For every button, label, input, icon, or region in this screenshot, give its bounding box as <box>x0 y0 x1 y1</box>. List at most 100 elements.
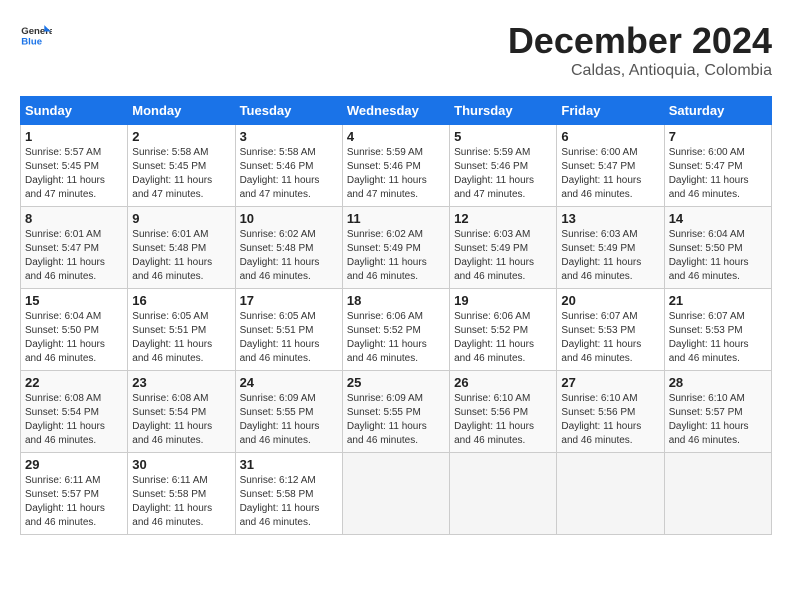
calendar-body: 1Sunrise: 5:57 AM Sunset: 5:45 PM Daylig… <box>21 125 772 535</box>
day-number: 8 <box>25 211 123 226</box>
calendar-cell: 8 Sunrise: 6:01 AM Sunset: 5:47 PM Daylig… <box>21 207 128 289</box>
day-info: Sunrise: 6:08 AM Sunset: 5:54 PM Dayligh… <box>132 392 230 448</box>
calendar-cell: 1Sunrise: 5:57 AM Sunset: 5:45 PM Daylig… <box>21 125 128 207</box>
table-row: 22Sunrise: 6:08 AM Sunset: 5:54 PM Dayli… <box>21 371 772 453</box>
day-info: Sunrise: 6:00 AM Sunset: 5:47 PM Dayligh… <box>669 146 767 202</box>
day-number: 5 <box>454 129 552 144</box>
day-info: Sunrise: 6:03 AM Sunset: 5:49 PM Dayligh… <box>454 228 552 284</box>
day-info: Sunrise: 6:09 AM Sunset: 5:55 PM Dayligh… <box>347 392 445 448</box>
logo: General Blue <box>20 20 52 52</box>
day-info: Sunrise: 6:01 AM Sunset: 5:48 PM Dayligh… <box>132 228 230 284</box>
day-info: Sunrise: 6:11 AM Sunset: 5:58 PM Dayligh… <box>132 474 230 530</box>
day-number: 19 <box>454 293 552 308</box>
logo-icon: General Blue <box>20 20 52 52</box>
calendar-cell: 6Sunrise: 6:00 AM Sunset: 5:47 PM Daylig… <box>557 125 664 207</box>
day-info: Sunrise: 5:58 AM Sunset: 5:45 PM Dayligh… <box>132 146 230 202</box>
calendar-cell: 7 Sunrise: 6:00 AM Sunset: 5:47 PM Daylig… <box>664 125 771 207</box>
day-number: 28 <box>669 375 767 390</box>
days-header-row: Sunday Monday Tuesday Wednesday Thursday… <box>21 97 772 125</box>
day-info: Sunrise: 6:05 AM Sunset: 5:51 PM Dayligh… <box>132 310 230 366</box>
calendar-cell: 19Sunrise: 6:06 AM Sunset: 5:52 PM Dayli… <box>450 289 557 371</box>
calendar-cell: 13Sunrise: 6:03 AM Sunset: 5:49 PM Dayli… <box>557 207 664 289</box>
day-info: Sunrise: 6:05 AM Sunset: 5:51 PM Dayligh… <box>240 310 338 366</box>
calendar-cell: 25 Sunrise: 6:09 AM Sunset: 5:55 PM Dayli… <box>342 371 449 453</box>
day-number: 24 <box>240 375 338 390</box>
calendar-cell: 22Sunrise: 6:08 AM Sunset: 5:54 PM Dayli… <box>21 371 128 453</box>
day-number: 27 <box>561 375 659 390</box>
page-header: General Blue December 2024 Caldas, Antio… <box>20 20 772 80</box>
day-info: Sunrise: 6:09 AM Sunset: 5:55 PM Dayligh… <box>240 392 338 448</box>
day-info: Sunrise: 6:08 AM Sunset: 5:54 PM Dayligh… <box>25 392 123 448</box>
day-number: 30 <box>132 457 230 472</box>
calendar-cell: 23 Sunrise: 6:08 AM Sunset: 5:54 PM Dayli… <box>128 371 235 453</box>
calendar-cell: 28Sunrise: 6:10 AM Sunset: 5:57 PM Dayli… <box>664 371 771 453</box>
day-number: 9 <box>132 211 230 226</box>
calendar-header: Sunday Monday Tuesday Wednesday Thursday… <box>21 97 772 125</box>
calendar-cell: 9 Sunrise: 6:01 AM Sunset: 5:48 PM Daylig… <box>128 207 235 289</box>
calendar-cell: 18Sunrise: 6:06 AM Sunset: 5:52 PM Dayli… <box>342 289 449 371</box>
calendar-cell: 31Sunrise: 6:12 AM Sunset: 5:58 PM Dayli… <box>235 453 342 535</box>
day-number: 2 <box>132 129 230 144</box>
day-info: Sunrise: 6:11 AM Sunset: 5:57 PM Dayligh… <box>25 474 123 530</box>
calendar-cell: 17 Sunrise: 6:05 AM Sunset: 5:51 PM Dayli… <box>235 289 342 371</box>
day-info: Sunrise: 5:59 AM Sunset: 5:46 PM Dayligh… <box>347 146 445 202</box>
calendar-cell: 14Sunrise: 6:04 AM Sunset: 5:50 PM Dayli… <box>664 207 771 289</box>
header-monday: Monday <box>128 97 235 125</box>
day-number: 20 <box>561 293 659 308</box>
day-number: 13 <box>561 211 659 226</box>
table-row: 8 Sunrise: 6:01 AM Sunset: 5:47 PM Daylig… <box>21 207 772 289</box>
day-number: 10 <box>240 211 338 226</box>
calendar-cell: 30 Sunrise: 6:11 AM Sunset: 5:58 PM Dayli… <box>128 453 235 535</box>
location-title: Caldas, Antioquia, Colombia <box>508 62 772 80</box>
calendar-cell <box>664 453 771 535</box>
calendar-cell: 5 Sunrise: 5:59 AM Sunset: 5:46 PM Daylig… <box>450 125 557 207</box>
day-number: 26 <box>454 375 552 390</box>
day-info: Sunrise: 6:01 AM Sunset: 5:47 PM Dayligh… <box>25 228 123 284</box>
day-number: 15 <box>25 293 123 308</box>
day-info: Sunrise: 6:04 AM Sunset: 5:50 PM Dayligh… <box>669 228 767 284</box>
day-number: 12 <box>454 211 552 226</box>
day-number: 25 <box>347 375 445 390</box>
day-info: Sunrise: 6:06 AM Sunset: 5:52 PM Dayligh… <box>347 310 445 366</box>
svg-text:General: General <box>21 26 52 37</box>
title-area: December 2024 Caldas, Antioquia, Colombi… <box>508 20 772 80</box>
calendar-cell: 4 Sunrise: 5:59 AM Sunset: 5:46 PM Daylig… <box>342 125 449 207</box>
calendar-cell: 20Sunrise: 6:07 AM Sunset: 5:53 PM Dayli… <box>557 289 664 371</box>
calendar-cell <box>450 453 557 535</box>
day-number: 21 <box>669 293 767 308</box>
calendar-cell <box>557 453 664 535</box>
day-info: Sunrise: 6:00 AM Sunset: 5:47 PM Dayligh… <box>561 146 659 202</box>
calendar-cell: 26 Sunrise: 6:10 AM Sunset: 5:56 PM Dayli… <box>450 371 557 453</box>
calendar-cell: 12 Sunrise: 6:03 AM Sunset: 5:49 PM Dayli… <box>450 207 557 289</box>
svg-text:Blue: Blue <box>21 36 42 47</box>
day-number: 3 <box>240 129 338 144</box>
table-row: 1Sunrise: 5:57 AM Sunset: 5:45 PM Daylig… <box>21 125 772 207</box>
calendar-cell: 10 Sunrise: 6:02 AM Sunset: 5:48 PM Dayli… <box>235 207 342 289</box>
day-info: Sunrise: 5:59 AM Sunset: 5:46 PM Dayligh… <box>454 146 552 202</box>
calendar-cell: 3Sunrise: 5:58 AM Sunset: 5:46 PM Daylig… <box>235 125 342 207</box>
calendar-cell: 29 Sunrise: 6:11 AM Sunset: 5:57 PM Dayli… <box>21 453 128 535</box>
day-number: 4 <box>347 129 445 144</box>
day-info: Sunrise: 6:04 AM Sunset: 5:50 PM Dayligh… <box>25 310 123 366</box>
day-number: 23 <box>132 375 230 390</box>
calendar-cell: 27 Sunrise: 6:10 AM Sunset: 5:56 PM Dayli… <box>557 371 664 453</box>
day-info: Sunrise: 6:02 AM Sunset: 5:48 PM Dayligh… <box>240 228 338 284</box>
day-info: Sunrise: 5:57 AM Sunset: 5:45 PM Dayligh… <box>25 146 123 202</box>
day-number: 11 <box>347 211 445 226</box>
calendar-cell: 24 Sunrise: 6:09 AM Sunset: 5:55 PM Dayli… <box>235 371 342 453</box>
calendar-cell: 15 Sunrise: 6:04 AM Sunset: 5:50 PM Dayli… <box>21 289 128 371</box>
header-friday: Friday <box>557 97 664 125</box>
calendar-cell <box>342 453 449 535</box>
day-info: Sunrise: 6:10 AM Sunset: 5:56 PM Dayligh… <box>561 392 659 448</box>
day-number: 31 <box>240 457 338 472</box>
header-thursday: Thursday <box>450 97 557 125</box>
day-number: 17 <box>240 293 338 308</box>
table-row: 15 Sunrise: 6:04 AM Sunset: 5:50 PM Dayli… <box>21 289 772 371</box>
day-number: 7 <box>669 129 767 144</box>
table-row: 29 Sunrise: 6:11 AM Sunset: 5:57 PM Dayli… <box>21 453 772 535</box>
day-info: Sunrise: 6:10 AM Sunset: 5:56 PM Dayligh… <box>454 392 552 448</box>
day-info: Sunrise: 6:07 AM Sunset: 5:53 PM Dayligh… <box>669 310 767 366</box>
day-number: 29 <box>25 457 123 472</box>
day-number: 16 <box>132 293 230 308</box>
calendar-table: Sunday Monday Tuesday Wednesday Thursday… <box>20 96 772 535</box>
